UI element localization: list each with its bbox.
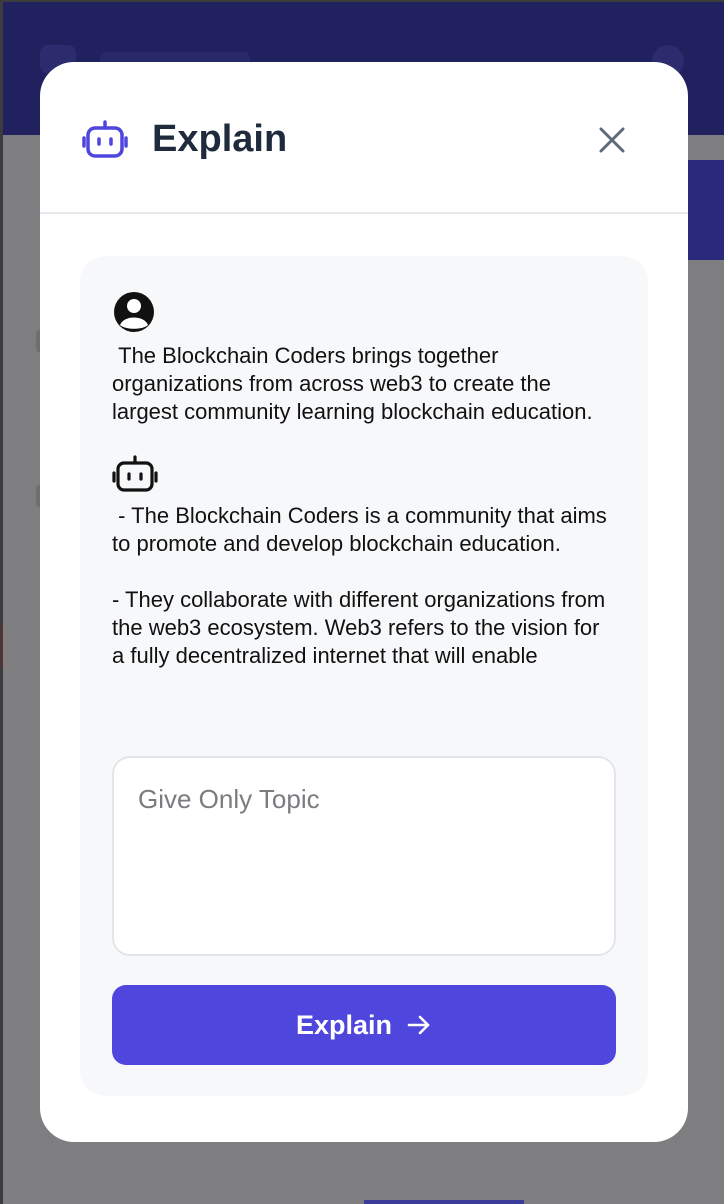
background-bottom-tab [364,1200,524,1204]
assistant-message-text: - The Blockchain Coders is a community t… [112,503,607,668]
close-icon [599,127,625,153]
user-message-text: The Blockchain Coders brings together or… [112,343,593,424]
explain-modal: Explain The Blockchain Coders brings tog… [40,62,688,1142]
robot-icon [112,455,158,492]
close-button[interactable] [592,120,632,160]
user-message: The Blockchain Coders brings together or… [112,290,612,426]
window-edge [0,0,3,1204]
arrow-right-icon [407,1015,430,1035]
chat-history[interactable]: The Blockchain Coders brings together or… [112,290,612,730]
modal-title: Explain [152,118,288,160]
robot-icon [82,120,128,158]
explain-button[interactable]: Explain [112,985,616,1065]
modal-header: Explain [40,62,688,214]
explain-button-label: Explain [295,1009,393,1040]
assistant-message: - The Blockchain Coders is a community t… [112,454,612,670]
user-circle-icon [114,292,154,332]
topic-input[interactable] [112,756,616,956]
chat-panel: The Blockchain Coders brings together or… [80,256,648,1096]
window-edge [0,0,724,2]
